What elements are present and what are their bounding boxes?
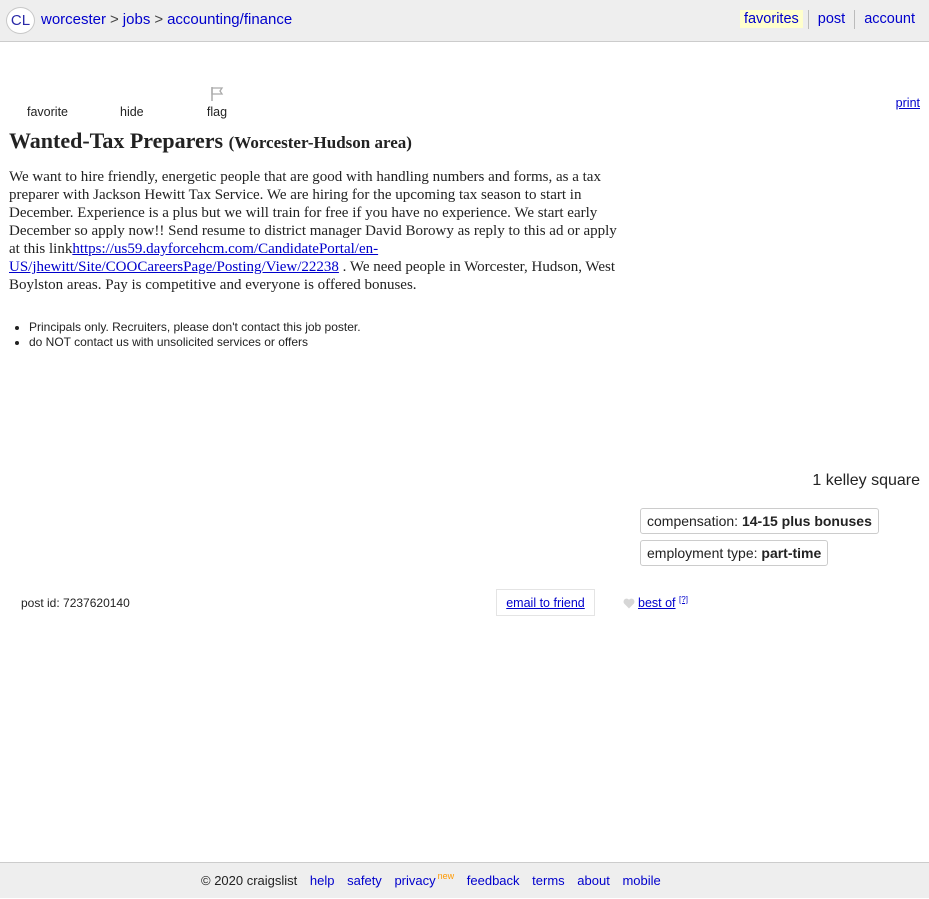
post-body: We want to hire friendly, energetic peop…	[9, 168, 625, 294]
divider	[854, 10, 856, 29]
flag-label: flag	[206, 105, 228, 119]
page-title: Wanted-Tax Preparers (Worcester-Hudson a…	[9, 128, 412, 154]
best-of-help-link[interactable]: [?]	[679, 595, 688, 604]
footer-link-safety[interactable]: safety	[347, 873, 382, 888]
breadcrumb-area[interactable]: worcester	[41, 11, 106, 28]
top-bar: CL worcester > jobs > accounting/finance fav…	[0, 0, 929, 42]
breadcrumb-separator: >	[110, 11, 119, 28]
new-badge: new	[437, 871, 455, 881]
compensation-attribute: compensation: 14-15 plus bonuses	[640, 508, 879, 534]
employment-type-attribute: employment type: part-time	[640, 540, 829, 566]
footer: © 2020 craigslist help safety privacy new…	[0, 862, 929, 898]
attribute-group: compensation: 14-15 plus bonuses employm…	[640, 508, 879, 572]
breadcrumb-category[interactable]: accounting/finance	[167, 11, 292, 28]
flag-button[interactable]: flag	[206, 86, 228, 119]
heart-icon[interactable]	[623, 598, 635, 609]
post-location: (Worcester-Hudson area)	[228, 133, 412, 152]
privacy-label: privacy	[394, 873, 436, 888]
footer-link-feedback[interactable]: feedback	[467, 873, 520, 888]
notice-item: Principals only. Recruiters, please don'…	[29, 320, 361, 335]
breadcrumb-section[interactable]: jobs	[123, 11, 151, 28]
post-link[interactable]: post	[814, 10, 849, 28]
employment-type-label: employment type:	[647, 545, 762, 561]
hide-button[interactable]: hide	[120, 105, 144, 119]
breadcrumb-separator: >	[154, 11, 164, 28]
breadcrumb: worcester > jobs > accounting/finance	[41, 11, 292, 28]
employment-type-value: part-time	[761, 545, 822, 561]
favorites-link[interactable]: favorites	[739, 10, 803, 29]
compensation-label: compensation:	[647, 513, 742, 529]
user-links: favorites post account	[739, 10, 919, 29]
post-title: Wanted-Tax Preparers	[9, 128, 224, 153]
compensation-value: 14-15 plus bonuses	[741, 513, 872, 529]
footer-link-terms[interactable]: terms	[532, 873, 565, 888]
best-of-link[interactable]: best of	[638, 596, 676, 610]
account-link[interactable]: account	[860, 10, 919, 28]
email-to-friend-link[interactable]: email to friend	[506, 596, 585, 610]
copyright: © 2020 craigslist	[201, 873, 298, 888]
notice-item: do NOT contact us with unsolicited servi…	[29, 335, 361, 350]
divider	[807, 10, 809, 29]
map-address: 1 kelley square	[812, 472, 920, 489]
flag-icon	[211, 87, 224, 101]
favorite-button[interactable]: favorite	[27, 105, 68, 119]
notices-list: Principals only. Recruiters, please don'…	[9, 320, 361, 350]
footer-link-privacy[interactable]: privacy new	[394, 871, 455, 888]
footer-link-about[interactable]: about	[577, 873, 610, 888]
email-to-friend-box: email to friend	[496, 589, 595, 616]
post-id: post id: 7237620140	[21, 596, 130, 610]
craigslist-logo[interactable]: CL	[6, 7, 35, 34]
best-of: best of [?]	[623, 595, 688, 610]
footer-link-mobile[interactable]: mobile	[622, 873, 660, 888]
print-link[interactable]: print	[896, 96, 920, 110]
footer-link-help[interactable]: help	[310, 873, 335, 888]
